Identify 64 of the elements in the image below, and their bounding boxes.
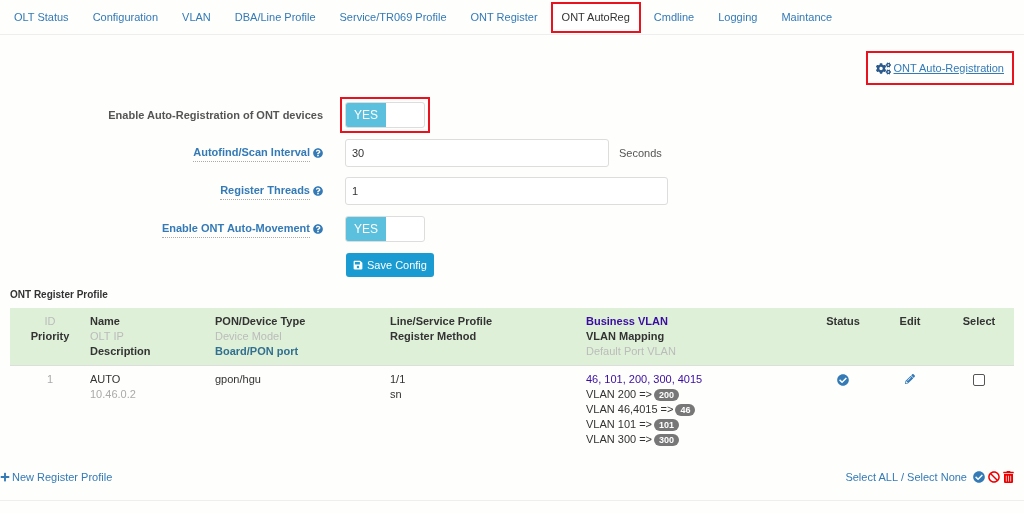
table-cell-text: 1 bbox=[46, 372, 54, 387]
column-heading: Edit bbox=[899, 314, 921, 329]
help-icon[interactable] bbox=[313, 148, 323, 158]
column-heading: PON/Device Type bbox=[215, 314, 307, 329]
help-icon[interactable] bbox=[313, 224, 323, 234]
save-button[interactable]: Save Config bbox=[346, 253, 434, 277]
table-cell: 1/1 bbox=[390, 372, 406, 387]
text-field[interactable]: 1 bbox=[345, 177, 668, 205]
column-heading: Name bbox=[90, 314, 121, 329]
edit-icon[interactable] bbox=[905, 374, 915, 384]
nav-tab[interactable]: Maintance bbox=[770, 1, 844, 33]
new-profile-link[interactable]: New Register Profile bbox=[0, 469, 113, 486]
table-cell: gpon/hgu bbox=[215, 372, 261, 387]
auto-registration-link[interactable]: ONT Auto-Registration bbox=[865, 51, 1014, 85]
table-cell: AUTO bbox=[90, 372, 121, 387]
vlan-mapping: VLAN 300 => bbox=[586, 432, 653, 447]
vlan-mapping: VLAN 101 => bbox=[586, 417, 653, 432]
gears-icon bbox=[875, 61, 891, 75]
plus-icon bbox=[0, 472, 10, 483]
vlan-tag: 300 bbox=[654, 433, 680, 446]
cancel-icon[interactable] bbox=[988, 471, 1000, 484]
unit-label: Seconds bbox=[619, 145, 662, 161]
column-heading: Business VLAN bbox=[586, 314, 669, 329]
text-field[interactable]: 30 bbox=[345, 139, 609, 167]
column-heading: Board/PON port bbox=[215, 344, 300, 359]
table-cell: 10.46.0.2 bbox=[90, 387, 136, 402]
confirm-icon[interactable] bbox=[973, 471, 985, 484]
nav-tab[interactable]: DBA/Line Profile bbox=[223, 1, 327, 33]
nav-tab[interactable]: ONT Register bbox=[459, 1, 549, 33]
table-cell: 46, 101, 200, 300, 4015 bbox=[586, 372, 703, 387]
link-separator: / bbox=[901, 470, 905, 485]
nav-tab[interactable]: Logging bbox=[707, 1, 769, 33]
column-heading: Priority bbox=[30, 329, 70, 344]
nav-tab[interactable]: Service/TR069 Profile bbox=[328, 1, 458, 33]
vlan-mapping: VLAN 200 => bbox=[586, 387, 653, 402]
nav-tab[interactable]: OLT Status bbox=[3, 1, 80, 33]
column-heading: Select bbox=[962, 314, 996, 329]
vlan-tag: 46 bbox=[675, 403, 696, 416]
help-icon[interactable] bbox=[313, 186, 323, 196]
column-heading: Description bbox=[90, 344, 152, 359]
column-heading: VLAN Mapping bbox=[586, 329, 666, 344]
nav-tab[interactable]: VLAN bbox=[171, 1, 222, 33]
column-heading: Status bbox=[826, 314, 860, 329]
nav-tab[interactable]: ONT AutoReg bbox=[550, 1, 641, 33]
nav-tab[interactable]: Configuration bbox=[81, 1, 170, 33]
field-label: Autofind/Scan Interval bbox=[193, 144, 310, 162]
column-heading: Register Method bbox=[390, 329, 478, 344]
vlan-tag: 200 bbox=[654, 388, 680, 401]
toggle-label: YES bbox=[346, 217, 386, 241]
toggle-label: YES bbox=[346, 103, 386, 127]
field-label: Enable ONT Auto-Movement bbox=[161, 220, 310, 238]
delete-icon[interactable] bbox=[1003, 471, 1014, 484]
field-label: Register Threads bbox=[220, 182, 310, 200]
section-title: ONT Register Profile bbox=[9, 288, 108, 302]
vlan-mapping: VLAN 46,4015 => bbox=[586, 402, 674, 417]
select-checkbox[interactable] bbox=[973, 374, 985, 386]
save-icon bbox=[353, 260, 363, 270]
nav-tab[interactable]: Cmdline bbox=[642, 1, 706, 33]
select-all-link[interactable]: Select ALL bbox=[845, 469, 898, 486]
vlan-tag: 101 bbox=[654, 418, 680, 431]
table-cell: sn bbox=[390, 387, 402, 402]
field-label: Enable Auto-Registration of ONT devices bbox=[108, 107, 323, 123]
column-heading: Line/Service Profile bbox=[390, 314, 494, 329]
select-none-link[interactable]: Select None bbox=[907, 469, 967, 486]
